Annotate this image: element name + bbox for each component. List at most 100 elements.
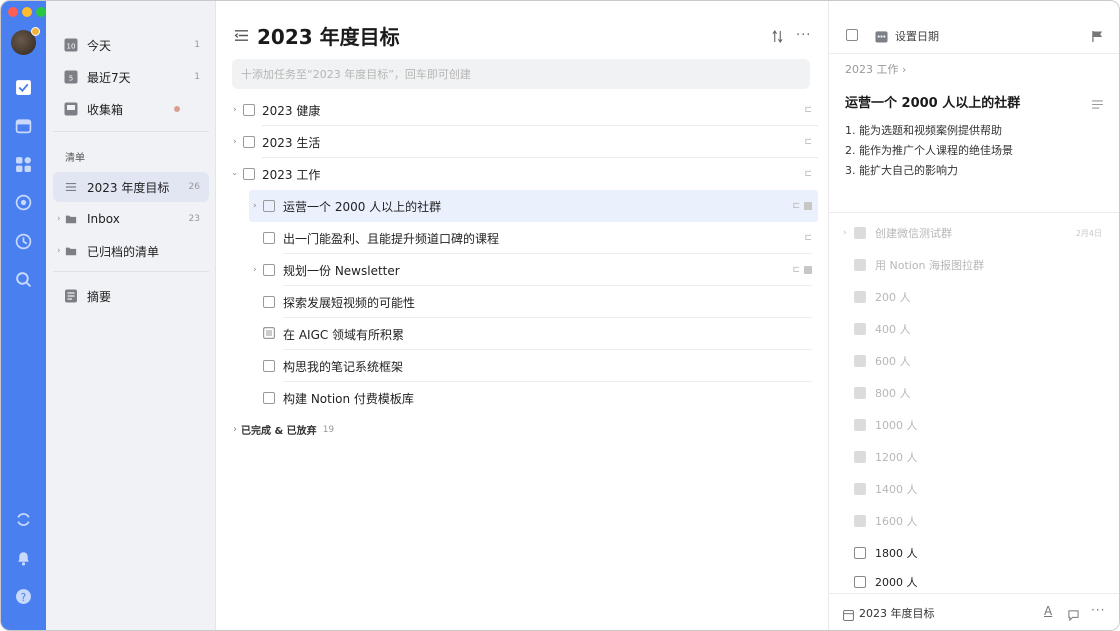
subtask-row[interactable]: 1000 人 [854, 409, 1090, 441]
minimize-window-button[interactable] [22, 7, 32, 17]
task-checkbox[interactable] [263, 232, 275, 244]
subtask-checkbox[interactable] [854, 515, 866, 527]
list-move-icon [843, 606, 854, 625]
priority-flag-icon[interactable] [1092, 28, 1103, 47]
sidebar-item-inbox-collect[interactable]: 收集箱 [53, 94, 209, 124]
subtask-checkbox[interactable] [854, 451, 866, 463]
svg-text:5: 5 [69, 75, 73, 83]
help-icon[interactable]: ? [14, 587, 33, 606]
close-window-button[interactable] [8, 7, 18, 17]
sidebar-item-summary[interactable]: 摘要 [53, 281, 209, 311]
sidebar-item-label: 已归档的清单 [87, 244, 160, 259]
subtask-checkbox[interactable] [854, 323, 866, 335]
task-row[interactable]: 在 AIGC 领域有所积累 [249, 318, 818, 350]
subtask-title: 400 人 [875, 323, 911, 336]
sidebar-item-2023-goals[interactable]: 2023 年度目标 26 [53, 172, 209, 202]
notification-bell-icon[interactable] [14, 548, 33, 567]
subtask-row[interactable]: 1400 人 [854, 473, 1090, 505]
subtask-title: 1200 人 [875, 451, 918, 464]
sort-icon[interactable] [772, 28, 783, 47]
task-checkbox[interactable] [263, 200, 275, 212]
chevron-down-icon[interactable]: › [229, 172, 239, 176]
comment-icon[interactable] [1068, 606, 1079, 625]
detail-title[interactable]: 运营一个 2000 人以上的社群 [845, 92, 1020, 111]
subtask-title: 1400 人 [875, 483, 918, 496]
add-task-input[interactable]: 十添加任务至“2023 年度目标”，回车即可创建 [232, 59, 810, 89]
task-checkbox[interactable] [263, 360, 275, 372]
subtask-row[interactable]: 400 人 [854, 313, 1090, 345]
subtask-row[interactable]: 600 人 [854, 345, 1090, 377]
search-icon[interactable] [14, 270, 33, 289]
habit-clock-icon[interactable] [14, 232, 33, 251]
note-task-checkbox[interactable] [263, 326, 276, 342]
subtask-row[interactable]: › 创建微信测试群 2月4日 [843, 217, 1102, 249]
subtask-checkbox[interactable] [854, 419, 866, 431]
chevron-right-icon[interactable]: › [57, 246, 61, 256]
subtask-row[interactable]: 1800 人 [854, 537, 1090, 569]
chevron-right-icon[interactable]: › [253, 265, 257, 275]
chevron-right-icon[interactable]: › [57, 214, 61, 224]
subtask-checkbox[interactable] [854, 227, 866, 239]
list-lines-icon [64, 180, 78, 194]
sidebar-item-archived[interactable]: › 已归档的清单 [53, 236, 209, 266]
chevron-right-icon[interactable]: › [843, 228, 847, 238]
footer-list-button[interactable]: 2023 年度目标 [859, 605, 935, 621]
subtask-checkbox[interactable] [854, 547, 866, 559]
description-list-icon[interactable] [1092, 94, 1103, 113]
subtask-checkbox[interactable] [854, 387, 866, 399]
subtask-checkbox[interactable] [854, 291, 866, 303]
subtask-checkbox[interactable] [854, 259, 866, 271]
sidebar-item-next7[interactable]: 5 最近7天 1 [53, 62, 209, 92]
sidebar-item-inbox-folder[interactable]: › Inbox 23 [53, 204, 209, 234]
focus-target-icon[interactable] [14, 193, 33, 212]
more-options-icon[interactable]: ··· [796, 28, 811, 43]
set-date-button[interactable]: 设置日期 [895, 28, 939, 44]
task-row[interactable]: › 规划一份 Newsletter ⊏ [249, 254, 818, 286]
subtask-checkbox[interactable] [854, 355, 866, 367]
task-checkbox[interactable] [263, 296, 275, 308]
task-checkbox[interactable] [243, 104, 255, 116]
task-row[interactable]: 构建 Notion 付费模板库 [249, 382, 818, 414]
task-row[interactable]: 探索发展短视频的可能性 [249, 286, 818, 318]
task-row-selected[interactable]: › 运营一个 2000 人以上的社群 ⊏ [249, 190, 818, 222]
more-options-icon[interactable]: ··· [1091, 603, 1105, 617]
calendar-icon [875, 28, 888, 47]
detail-task-checkbox[interactable] [846, 29, 858, 41]
chevron-right-icon[interactable]: › [233, 105, 237, 115]
subtask-row[interactable]: 2000 人 [854, 569, 1090, 595]
subtask-row[interactable]: 用 Notion 海报图拉群 [854, 249, 1090, 281]
subtask-title: 1000 人 [875, 419, 918, 432]
zoom-window-button[interactable] [36, 7, 46, 17]
subtask-icon: ⊏ [804, 169, 812, 179]
subtask-row[interactable]: 1200 人 [854, 441, 1090, 473]
text-format-icon[interactable]: A [1044, 604, 1052, 618]
subtask-checkbox[interactable] [854, 576, 866, 588]
task-row[interactable]: 出一门能盈利、且能提升频道口碑的课程 ⊏ [249, 222, 818, 254]
completed-section-toggle[interactable]: › 已完成 & 已放弃 19 [233, 422, 334, 437]
task-checkbox[interactable] [243, 168, 255, 180]
chevron-right-icon[interactable]: › [253, 201, 257, 211]
collapse-sidebar-icon[interactable] [234, 27, 249, 46]
task-row[interactable]: › 2023 健康 ⊏ [232, 94, 818, 126]
sync-icon[interactable] [14, 510, 33, 529]
task-checkbox[interactable] [263, 392, 275, 404]
chevron-right-icon[interactable]: › [233, 137, 237, 147]
sidebar-item-today[interactable]: 10 今天 1 [53, 30, 209, 60]
detail-description[interactable]: 1. 能为选题和视频案例提供帮助 2. 能作为推广个人课程的绝佳场景 3. 能扩… [845, 121, 1013, 181]
grid-icon[interactable] [14, 155, 33, 174]
task-detail-pane: 设置日期 2023 工作 › 运营一个 2000 人以上的社群 1. 能为选题和… [828, 1, 1119, 630]
subtask-checkbox[interactable] [854, 483, 866, 495]
sidebar-item-label: Inbox [87, 212, 120, 226]
task-checkbox[interactable] [263, 264, 275, 276]
breadcrumb[interactable]: 2023 工作 › [845, 61, 906, 77]
task-row[interactable]: › 2023 生活 ⊏ [232, 126, 818, 158]
task-row[interactable]: › 2023 工作 ⊏ [229, 158, 818, 190]
task-checkbox[interactable] [243, 136, 255, 148]
subtask-row[interactable]: 1600 人 [854, 505, 1090, 537]
subtask-row[interactable]: 200 人 [854, 281, 1090, 313]
task-row[interactable]: 构思我的笔记系统框架 [249, 350, 818, 382]
subtask-row[interactable]: 800 人 [854, 377, 1090, 409]
calendar-icon[interactable] [14, 116, 33, 135]
completed-count: 19 [322, 424, 335, 435]
task-checkbox-icon[interactable] [14, 78, 33, 97]
